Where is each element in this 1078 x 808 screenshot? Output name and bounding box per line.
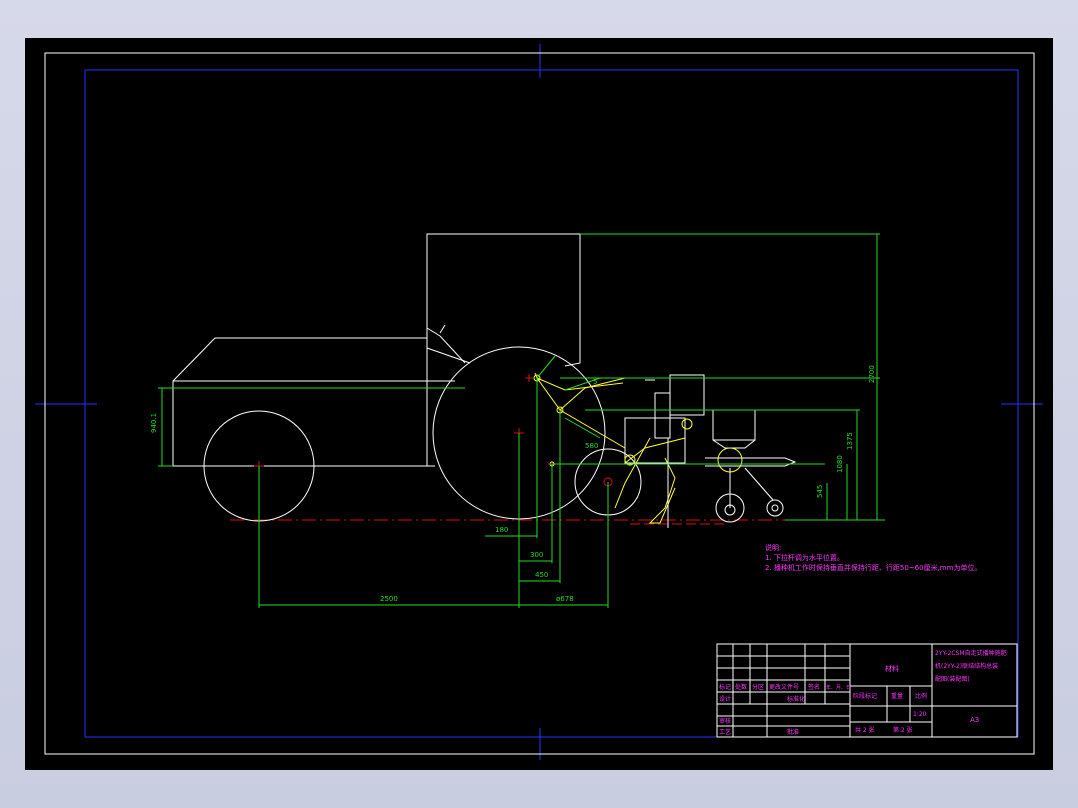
tb-process: 工艺 [719, 728, 731, 736]
dim-300: 300 [530, 551, 543, 559]
dim-450: 450 [535, 571, 548, 579]
tb-sheet-count: 共 2 张 [855, 726, 875, 734]
tb-checker: 审核 [719, 717, 731, 725]
tb-h4: 签名 [808, 683, 820, 691]
dim-545: 545 [816, 485, 824, 498]
tb-h0: 标记 [719, 683, 731, 691]
tb-approve: 批准 [787, 728, 799, 736]
notes-line2: 2. 播种机工作时保持垂直并保持行距、行距50~60厘米,mm为单位。 [765, 563, 981, 572]
crosshair-marks [35, 44, 1043, 760]
tb-scale-value: 1:20 [913, 711, 927, 718]
title-block: 材料 2YY-2CSM自走式播种施肥 机(2YY-2)联结结构总装 配图(装配图… [716, 643, 1018, 738]
notes-block: 说明: 1. 下拉杆调为水平位置。 2. 播种机工作时保持垂直并保持行距、行距5… [765, 543, 981, 572]
ground-line [230, 519, 795, 525]
tb-material: 材料 [885, 664, 899, 673]
drawing-svg[interactable]: 2500 ø678 180 300 450 580 545 1080 1375 … [25, 38, 1053, 770]
tb-designer: 设计 [719, 695, 731, 703]
tb-code: A3 [970, 716, 979, 724]
notes-title: 说明: [765, 543, 781, 552]
dim-1375: 1375 [846, 432, 854, 450]
tb-scale-label: 比例 [915, 692, 927, 700]
dim-180: 180 [495, 526, 508, 534]
cad-application: 2500 ø678 180 300 450 580 545 1080 1375 … [0, 0, 1078, 808]
tb-title-2: 机(2YY-2)联结结构总装 [935, 662, 998, 670]
dim-2700: 2700 [868, 365, 876, 383]
dim-5: 5 [593, 378, 597, 386]
dim-580: 580 [585, 442, 598, 450]
tb-standard: 标准化 [787, 695, 805, 703]
tb-h2: 分区 [752, 683, 764, 691]
dim-678: ø678 [556, 595, 574, 603]
dim-940: 940.1 [150, 413, 158, 433]
tb-h1: 处数 [735, 683, 747, 691]
inner-frame [84, 69, 1019, 738]
tb-h5: 年、月、日 [826, 684, 851, 691]
center-marks [254, 374, 556, 471]
hitch-linkage [533, 372, 626, 487]
notes-line1: 1. 下拉杆调为水平位置。 [765, 553, 844, 562]
dim-2500: 2500 [380, 595, 398, 603]
drawing-canvas[interactable]: 2500 ø678 180 300 450 580 545 1080 1375 … [25, 38, 1053, 770]
outer-frame [44, 52, 1035, 755]
tb-sheet-no: 第 2 张 [893, 726, 913, 734]
tb-h3: 更改文件号 [769, 683, 799, 691]
dim-1080: 1080 [836, 455, 844, 473]
tb-title-1: 2YY-2CSM自走式播种施肥 [935, 649, 1007, 657]
tb-title-3: 配图(装配图) [935, 675, 970, 683]
tb-stage-label: 阶段标记 [853, 692, 877, 700]
tb-weight-label: 重量 [891, 692, 903, 700]
